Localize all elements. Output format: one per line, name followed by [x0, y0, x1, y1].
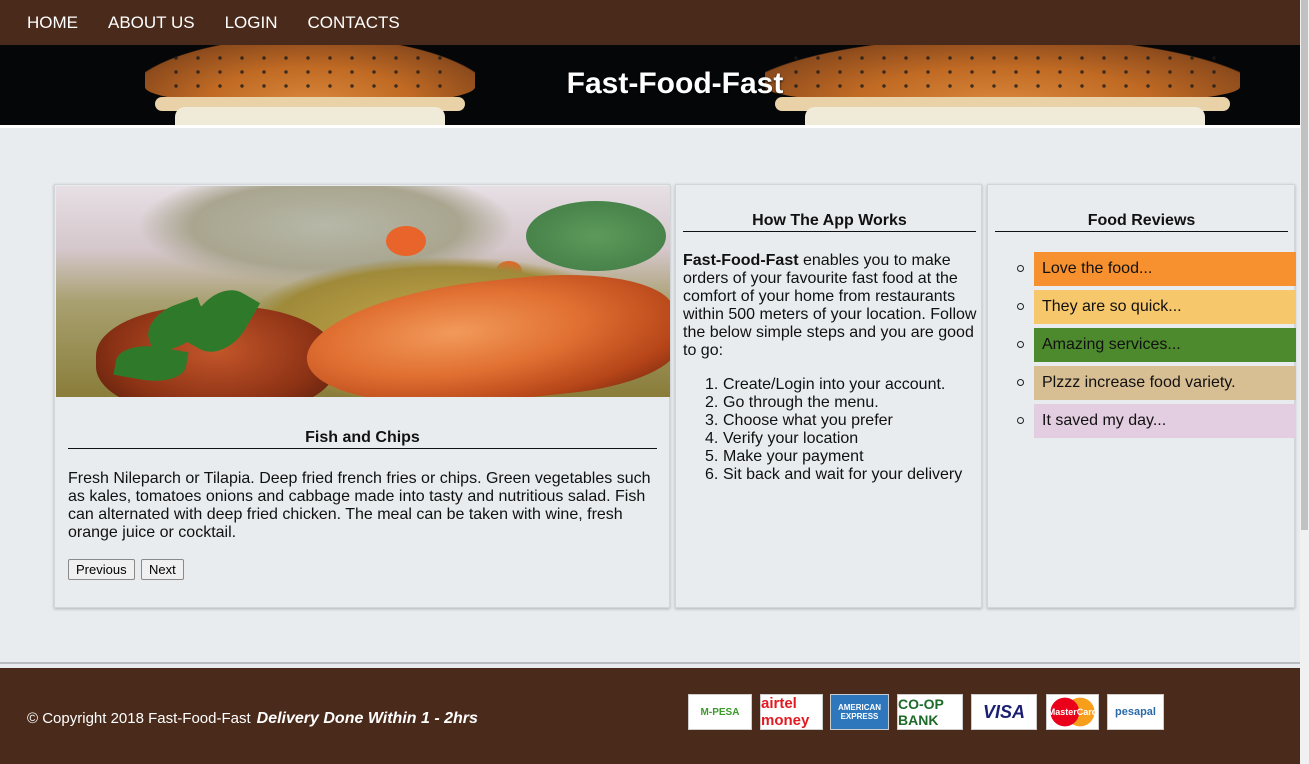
nav-about-link[interactable]: ABOUT US	[108, 13, 195, 33]
nav-home-link[interactable]: HOME	[27, 13, 78, 33]
coop-bank-logo-icon: CO-OP BANK	[897, 694, 963, 730]
visa-logo-icon: VISA	[971, 694, 1037, 730]
mastercard-logo-icon: MasterCard	[1046, 694, 1099, 730]
footer-divider	[0, 662, 1300, 664]
delivery-note: Delivery Done Within 1 - 2hrs	[256, 710, 478, 727]
step-item: 1. Create/Login into your account.	[705, 376, 946, 393]
mpesa-logo-icon: M-PESA	[688, 694, 752, 730]
food-photo	[56, 186, 670, 397]
top-navbar: HOME ABOUT US LOGIN CONTACTS	[0, 0, 1300, 45]
how-it-works-title: How The App Works	[683, 212, 976, 232]
step-item: 2. Go through the menu.	[705, 394, 879, 411]
pesapal-logo-icon: pesapal	[1107, 694, 1164, 730]
previous-button[interactable]: Previous	[68, 559, 135, 580]
footer: © Copyright 2018 Fast-Food-Fast Delivery …	[0, 668, 1300, 764]
review-item: Love the food...	[1014, 252, 1296, 286]
review-text: They are so quick...	[1034, 290, 1296, 324]
hero-banner: Fast-Food-Fast	[0, 45, 1300, 125]
step-item: 5. Make your payment	[705, 448, 864, 465]
hero-divider	[0, 125, 1300, 128]
review-text: It saved my day...	[1034, 404, 1296, 438]
review-item: Amazing services...	[1014, 328, 1296, 362]
review-item: Plzzz increase food variety.	[1014, 366, 1296, 400]
step-item: 4. Verify your location	[705, 430, 859, 447]
site-title: Fast-Food-Fast	[566, 67, 784, 100]
brand-name: Fast-Food-Fast	[683, 252, 799, 269]
review-item: It saved my day...	[1014, 404, 1296, 438]
next-button[interactable]: Next	[141, 559, 184, 580]
food-description: Fresh Nileparch or Tilapia. Deep fried f…	[68, 470, 651, 541]
scrollbar[interactable]	[1300, 0, 1309, 764]
steps-list: 1. Create/Login into your account. 2. Go t…	[705, 376, 978, 484]
review-item: They are so quick...	[1014, 290, 1296, 324]
review-text: Plzzz increase food variety.	[1034, 366, 1296, 400]
reviews-list: Love the food... They are so quick... Am…	[1014, 252, 1296, 442]
bullet-icon	[1017, 265, 1024, 272]
review-text: Love the food...	[1034, 252, 1296, 286]
copyright: © Copyright 2018 Fast-Food-Fast Delivery …	[27, 710, 478, 728]
bullet-icon	[1017, 303, 1024, 310]
copyright-text: © Copyright 2018 Fast-Food-Fast	[27, 710, 251, 727]
nav-login-link[interactable]: LOGIN	[225, 13, 278, 33]
scrollbar-thumb[interactable]	[1301, 0, 1308, 530]
bullet-icon	[1017, 417, 1024, 424]
bullet-icon	[1017, 341, 1024, 348]
how-it-works-intro: Fast-Food-Fast enables you to make order…	[683, 252, 979, 360]
bullet-icon	[1017, 379, 1024, 386]
food-title: Fish and Chips	[68, 429, 657, 449]
food-card: Fish and Chips Fresh Nileparch or Tilapi…	[54, 184, 670, 608]
step-item: 3. Choose what you prefer	[705, 412, 893, 429]
airtel-money-logo-icon: airtel money	[760, 694, 823, 730]
food-reviews-title: Food Reviews	[995, 212, 1288, 232]
american-express-logo-icon: AMERICAN EXPRESS	[830, 694, 889, 730]
review-text: Amazing services...	[1034, 328, 1296, 362]
nav-contacts-link[interactable]: CONTACTS	[308, 13, 400, 33]
step-item: 6. Sit back and wait for your delivery	[705, 466, 963, 483]
food-reviews-card: Food Reviews Love the food... They are s…	[987, 184, 1296, 608]
how-it-works-card: How The App Works Fast-Food-Fast enables…	[675, 184, 982, 608]
